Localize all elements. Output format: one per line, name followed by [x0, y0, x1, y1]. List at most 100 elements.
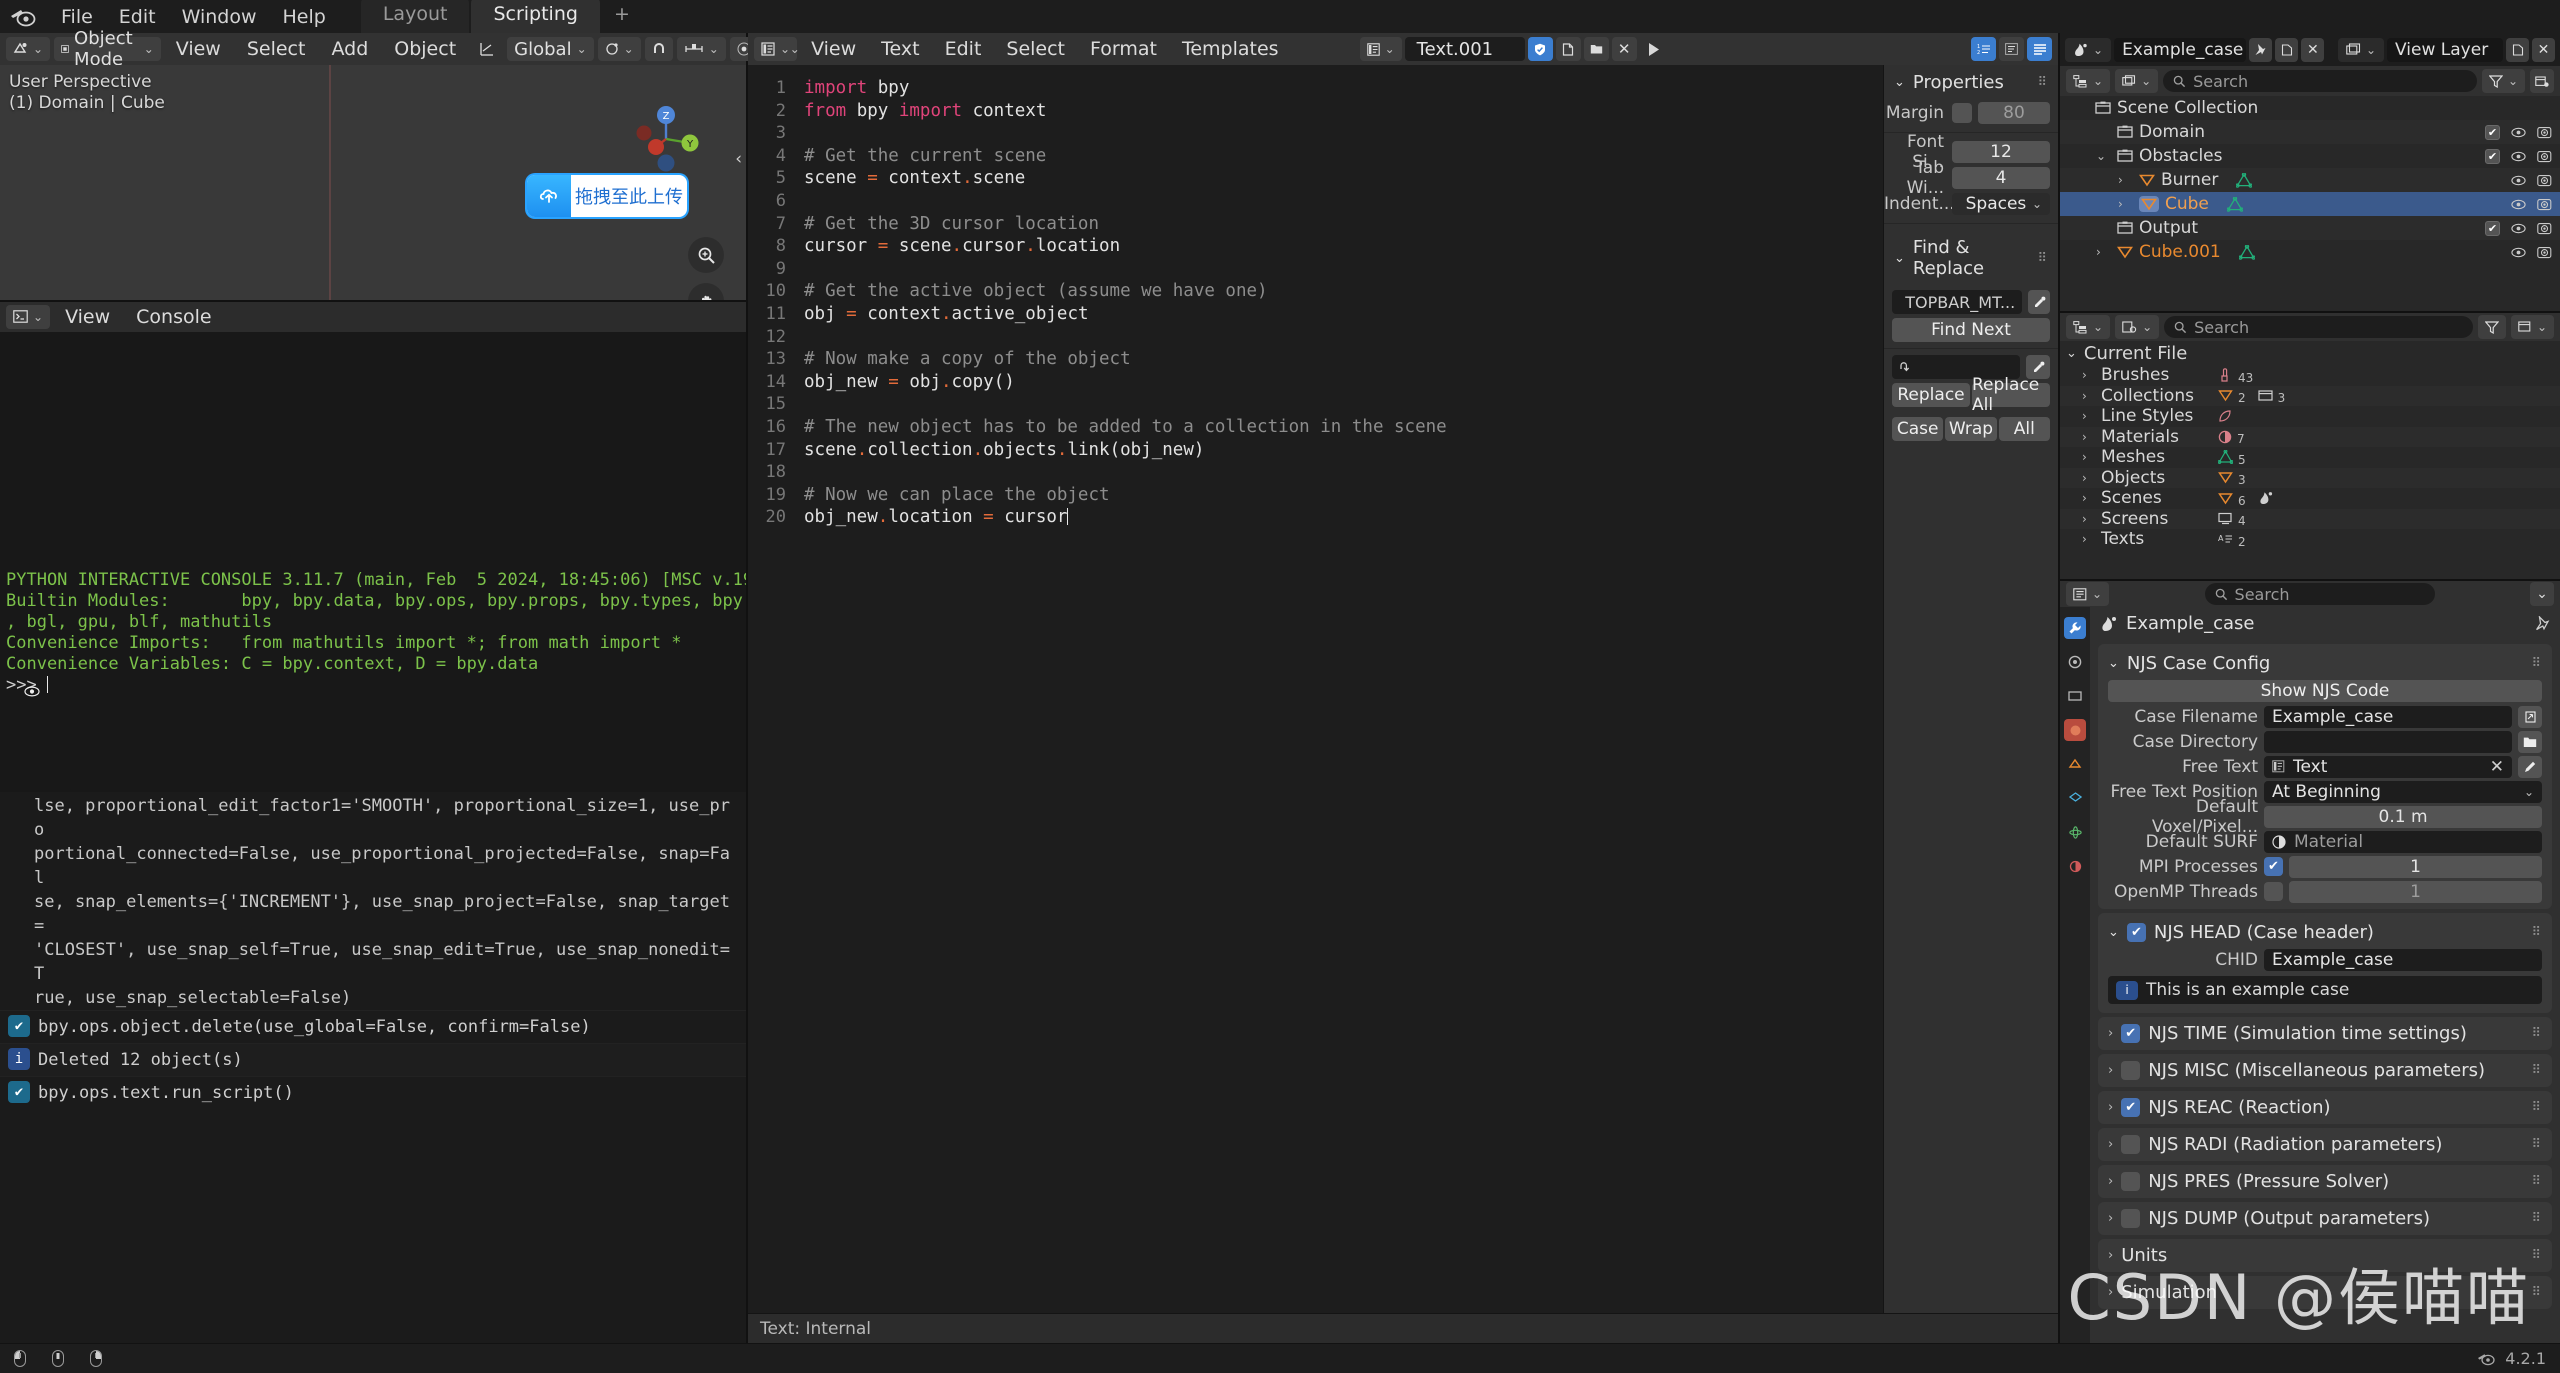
pivot-point-button[interactable]: ⌄: [597, 37, 641, 61]
chevron-right-icon[interactable]: ›: [2108, 1063, 2113, 1078]
njs-section-row[interactable]: › NJS RADI (Radiation parameters) ⠿: [2098, 1128, 2552, 1162]
camera-icon[interactable]: [2537, 222, 2552, 235]
replace-button[interactable]: Replace: [1892, 383, 1970, 407]
object-mode-selector[interactable]: Object Mode ⌄: [54, 28, 161, 70]
scene-selector-icon[interactable]: ⌄: [2065, 37, 2112, 62]
njs-section-row[interactable]: › NJS MISC (Miscellaneous parameters) ⠿: [2098, 1054, 2552, 1088]
grip-dots-icon[interactable]: ⠿: [2531, 1063, 2542, 1078]
camera-icon[interactable]: [2537, 246, 2552, 259]
exclude-checkbox[interactable]: ✔: [2485, 124, 2500, 140]
grip-dots-icon[interactable]: ⠿: [2037, 75, 2048, 90]
case-toggle[interactable]: Case: [1892, 417, 1944, 441]
code-line[interactable]: # Get the 3D cursor location: [804, 213, 1883, 236]
scene-name-field[interactable]: Example_case: [2114, 37, 2247, 62]
chevron-down-icon[interactable]: ⌄: [2530, 582, 2554, 607]
camera-icon[interactable]: [2537, 150, 2552, 163]
text-menu-edit[interactable]: Edit: [934, 36, 993, 62]
grip-dots-icon[interactable]: ⠿: [2531, 656, 2542, 671]
console-editor-type-button[interactable]: ⌄: [6, 304, 51, 329]
blender-file-row[interactable]: › Materials 7: [2060, 426, 2560, 447]
chevron-right-icon[interactable]: ›: [2118, 197, 2133, 211]
text-menu-templates[interactable]: Templates: [1171, 36, 1290, 62]
code-line[interactable]: cursor = scene.cursor.location: [804, 235, 1883, 258]
njs-section-checkbox[interactable]: [2121, 1061, 2141, 1081]
njs-section-checkbox[interactable]: [2121, 1135, 2141, 1155]
new-text-icon[interactable]: [1555, 37, 1581, 61]
blender-file-search-input[interactable]: Search: [2164, 316, 2473, 338]
chevron-right-icon[interactable]: ›: [2108, 1026, 2113, 1041]
transform-orientation-button[interactable]: Global ⌄: [507, 37, 594, 61]
tab-render[interactable]: [2064, 651, 2086, 673]
code-line[interactable]: # Now we can place the object: [804, 484, 1883, 507]
code-line[interactable]: [804, 122, 1883, 145]
find-input[interactable]: TOPBAR_MT...: [1892, 290, 2023, 314]
chevron-right-icon[interactable]: ›: [2108, 1285, 2113, 1300]
njs-section-row[interactable]: › ✔ NJS TIME (Simulation time settings) ⠿: [2098, 1017, 2552, 1051]
grip-dots-icon[interactable]: ⠿: [2531, 1174, 2542, 1189]
code-line[interactable]: [804, 326, 1883, 349]
blender-file-collection-icon[interactable]: ⌄: [2510, 315, 2554, 339]
case-directory-value[interactable]: [2264, 730, 2512, 753]
view-layer-icon[interactable]: ⌄: [2337, 37, 2385, 62]
code-line[interactable]: [804, 461, 1883, 484]
chevron-right-icon[interactable]: ›: [2108, 1211, 2113, 1226]
blender-file-row[interactable]: › Texts A 2: [2060, 529, 2560, 550]
text-menu-view[interactable]: View: [800, 36, 867, 62]
case-filename-value[interactable]: Example_case: [2264, 705, 2512, 728]
wrap-toggle[interactable]: Wrap: [1945, 417, 1997, 441]
properties-search-input[interactable]: Search: [2204, 583, 2435, 606]
filter-icon[interactable]: [2477, 315, 2506, 339]
outliner-search-input[interactable]: Search: [2163, 70, 2477, 92]
viewport-menu-view[interactable]: View: [165, 36, 232, 62]
menu-help[interactable]: Help: [270, 4, 339, 30]
outliner-row[interactable]: Scene Collection: [2060, 96, 2560, 120]
menu-edit[interactable]: Edit: [106, 4, 169, 30]
eye-icon[interactable]: [2511, 223, 2526, 234]
eye-icon[interactable]: [2511, 199, 2526, 210]
njs-section-row[interactable]: › NJS DUMP (Output parameters) ⠿: [2098, 1202, 2552, 1236]
console-prompt[interactable]: >>>: [6, 675, 740, 696]
chid-value[interactable]: Example_case: [2264, 948, 2542, 971]
camera-icon[interactable]: [2537, 198, 2552, 211]
blender-file-row[interactable]: › Objects 3: [2060, 467, 2560, 488]
njs-head-note[interactable]: i This is an example case: [2108, 976, 2542, 1005]
outliner-display-mode-icon[interactable]: ⌄: [2066, 315, 2111, 339]
edit-pencil-icon[interactable]: [2518, 755, 2542, 778]
code-line[interactable]: [804, 393, 1883, 416]
eye-icon[interactable]: [2511, 247, 2526, 258]
magnet-icon[interactable]: [644, 37, 673, 61]
outliner-row[interactable]: Output ✔: [2060, 216, 2560, 240]
chevron-right-icon[interactable]: ›: [2082, 471, 2094, 485]
viewport-menu-object[interactable]: Object: [383, 36, 467, 62]
navigation-gizmo[interactable]: Z Y: [630, 103, 702, 175]
workspace-tab-add[interactable]: +: [602, 0, 642, 33]
chevron-right-icon[interactable]: ›: [2096, 245, 2111, 259]
folder-icon[interactable]: [2518, 730, 2542, 753]
info-editor[interactable]: lse, proportional_edit_factor1='SMOOTH',…: [0, 791, 746, 1343]
mpi-processes-value[interactable]: 1: [2289, 855, 2542, 878]
info-row[interactable]: ✔ bpy.ops.object.delete(use_global=False…: [0, 1009, 746, 1043]
find-next-button[interactable]: Find Next: [1892, 318, 2050, 342]
chevron-right-icon[interactable]: ›: [2108, 1100, 2113, 1115]
remove-layer-icon[interactable]: ✕: [2532, 37, 2556, 62]
properties-panel-body[interactable]: Example_case ⌄ NJS Case Config ⠿ Show NJ…: [24, 607, 2560, 1343]
camera-icon[interactable]: [2537, 174, 2552, 187]
text-datablock-name[interactable]: Text.001: [1404, 37, 1525, 61]
njs-section-checkbox[interactable]: ✔: [2121, 1024, 2141, 1044]
unlink-icon[interactable]: ✕: [1611, 37, 1637, 61]
indent-select[interactable]: Spaces ⌄: [1952, 193, 2050, 215]
blender-file-row[interactable]: › Line Styles: [2060, 406, 2560, 427]
chevron-right-icon[interactable]: ›: [2082, 389, 2094, 403]
viewport-menu-select[interactable]: Select: [236, 36, 317, 62]
tab-tool[interactable]: [2064, 617, 2086, 640]
mpi-processes-checkbox[interactable]: ✔: [2264, 857, 2283, 877]
upload-drop-chip[interactable]: 拖拽至此上传: [527, 175, 687, 217]
open-text-icon[interactable]: [1583, 37, 1609, 61]
njs-head-checkbox[interactable]: ✔: [2126, 923, 2146, 943]
tab-modifier-props[interactable]: [2064, 787, 2086, 809]
chevron-right-icon[interactable]: ›: [2108, 1174, 2113, 1189]
viewport-menu-add[interactable]: Add: [320, 36, 379, 62]
code-line[interactable]: # The new object has to be added to a co…: [804, 416, 1883, 439]
outliner-row[interactable]: › Cube: [2060, 192, 2560, 216]
transform-gizmo-icon[interactable]: [471, 37, 503, 61]
